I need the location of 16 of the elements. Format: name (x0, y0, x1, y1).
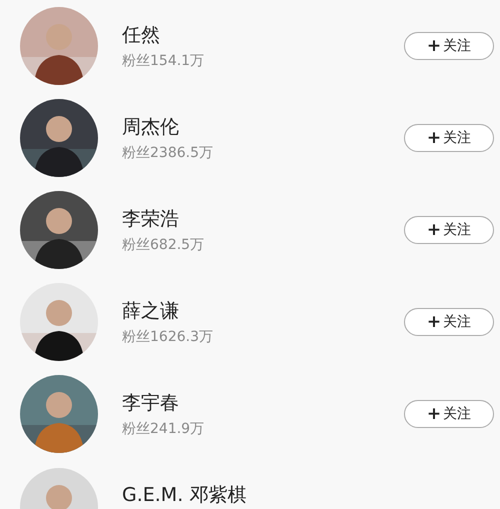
follower-count: 粉丝241.9万 (122, 420, 206, 438)
follow-button[interactable]: +关注 (404, 32, 494, 60)
user-name: 周杰伦 (122, 115, 180, 140)
follower-count: 粉丝2386.5万 (122, 144, 214, 162)
follower-count: 粉丝682.5万 (122, 236, 206, 254)
user-name: 薛之谦 (122, 299, 180, 324)
follower-count: 粉丝154.1万 (122, 52, 206, 70)
user-name: 李荣浩 (122, 207, 180, 232)
follow-button[interactable]: +关注 (404, 124, 494, 152)
follow-button[interactable]: +关注 (404, 308, 494, 336)
user-name: 李宇春 (122, 391, 180, 416)
follow-button[interactable]: +关注 (404, 216, 494, 244)
follow-button[interactable]: +关注 (404, 400, 494, 428)
user-name: 任然 (122, 23, 161, 48)
follower-count: 粉丝1626.3万 (122, 328, 214, 346)
user-name: G.E.M. 邓紫棋 (122, 483, 248, 508)
